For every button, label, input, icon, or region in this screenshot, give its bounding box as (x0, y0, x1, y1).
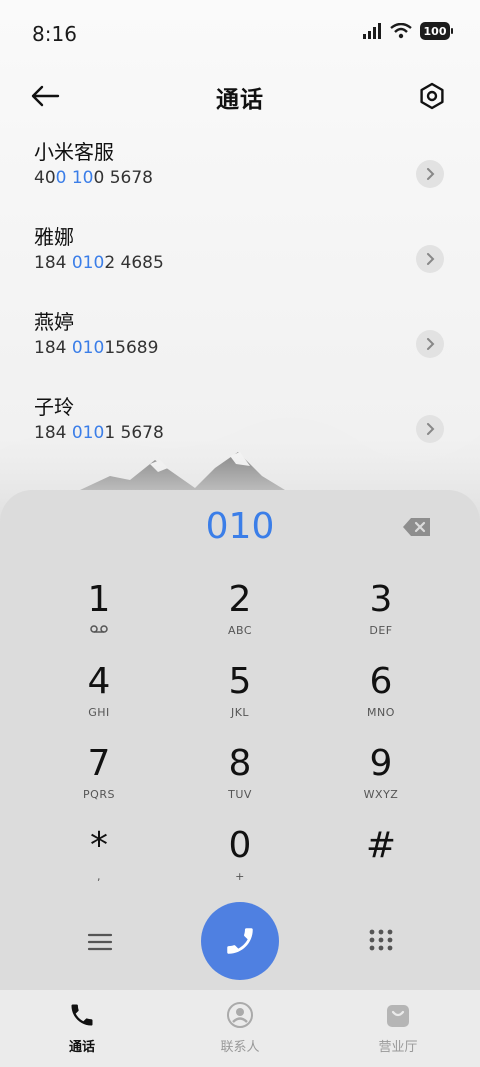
dialpad-toggle-button[interactable] (365, 926, 397, 958)
contact-number: 184 0101 5678 (34, 423, 164, 443)
contact-name: 子玲 (34, 395, 74, 419)
contact-number: 400 100 5678 (34, 168, 153, 188)
bottom-navigation: 通话 联系人 营业厅 (0, 990, 480, 1067)
phone-icon (71, 1004, 93, 1026)
backspace-icon (403, 518, 430, 536)
shopping-bag-icon (387, 1005, 409, 1027)
contact-name: 雅娜 (34, 225, 74, 249)
tab-label: 联系人 (220, 1040, 260, 1055)
dial-key-9[interactable]: 9 WXYZ (321, 742, 441, 812)
contact-detail-button[interactable] (416, 160, 444, 188)
contact-row[interactable]: 燕婷 184 01015689 (0, 308, 480, 393)
tab-service-hall[interactable]: 营业厅 (348, 1000, 448, 1055)
dial-key-5[interactable]: 5 JKL (180, 660, 300, 730)
dial-key-1[interactable]: 1 (39, 578, 159, 648)
call-button[interactable] (201, 902, 279, 980)
status-bar: 8:16 100 (0, 0, 480, 60)
wifi-icon (390, 23, 412, 39)
dial-key-star[interactable]: * , (39, 824, 159, 894)
contact-name: 小米客服 (34, 140, 114, 164)
dialpad-keys: 1 2 ABC 3 DEF 4 GHI 5 JKL 6 MNO 7 PQRS 8… (0, 578, 480, 906)
tab-contacts[interactable]: 联系人 (190, 1000, 290, 1055)
dial-key-0[interactable]: 0 + (180, 824, 300, 894)
dialpad-panel: 010 1 2 ABC 3 DEF 4 GHI 5 JKL 6 MNO 7 PQ… (0, 490, 480, 990)
phone-icon (227, 928, 253, 954)
settings-hexagon-icon (420, 82, 444, 110)
menu-button[interactable] (84, 926, 116, 958)
status-time: 8:16 (32, 22, 77, 46)
dial-key-6[interactable]: 6 MNO (321, 660, 441, 730)
dial-key-2[interactable]: 2 ABC (180, 578, 300, 648)
contact-detail-button[interactable] (416, 330, 444, 358)
tab-calls[interactable]: 通话 (32, 1000, 132, 1055)
dial-key-7[interactable]: 7 PQRS (39, 742, 159, 812)
dial-key-hash[interactable]: # (321, 824, 441, 894)
person-icon (227, 1002, 253, 1028)
dial-key-3[interactable]: 3 DEF (321, 578, 441, 648)
page-title: 通话 (216, 87, 264, 113)
contact-number: 184 0102 4685 (34, 253, 164, 273)
signal-icon (363, 23, 381, 39)
contact-row[interactable]: 小米客服 400 100 5678 (0, 138, 480, 223)
chevron-right-icon (427, 168, 435, 180)
status-icons: 100 (362, 22, 453, 40)
chevron-right-icon (427, 253, 435, 265)
chevron-right-icon (427, 338, 435, 350)
dial-key-8[interactable]: 8 TUV (180, 742, 300, 812)
header: 通话 (0, 68, 480, 124)
contact-name: 燕婷 (34, 310, 74, 334)
contact-detail-button[interactable] (416, 245, 444, 273)
tab-label: 营业厅 (378, 1040, 418, 1055)
menu-icon (87, 933, 113, 951)
contact-suggestion-list: 小米客服 400 100 5678 雅娜 184 0102 4685 燕婷 18… (0, 138, 480, 478)
chevron-right-icon (427, 423, 435, 435)
contact-row[interactable]: 子玲 184 0101 5678 (0, 393, 480, 478)
contact-row[interactable]: 雅娜 184 0102 4685 (0, 223, 480, 308)
battery-icon: 100 (420, 22, 453, 40)
backspace-button[interactable] (402, 516, 432, 538)
contact-number: 184 01015689 (34, 338, 159, 358)
tab-label: 通话 (68, 1040, 95, 1055)
dialpad-actions (0, 902, 480, 982)
contact-detail-button[interactable] (416, 415, 444, 443)
dial-key-4[interactable]: 4 GHI (39, 660, 159, 730)
voicemail-icon (90, 625, 108, 633)
settings-button[interactable] (414, 78, 450, 114)
dialpad-grid-icon (369, 929, 393, 951)
